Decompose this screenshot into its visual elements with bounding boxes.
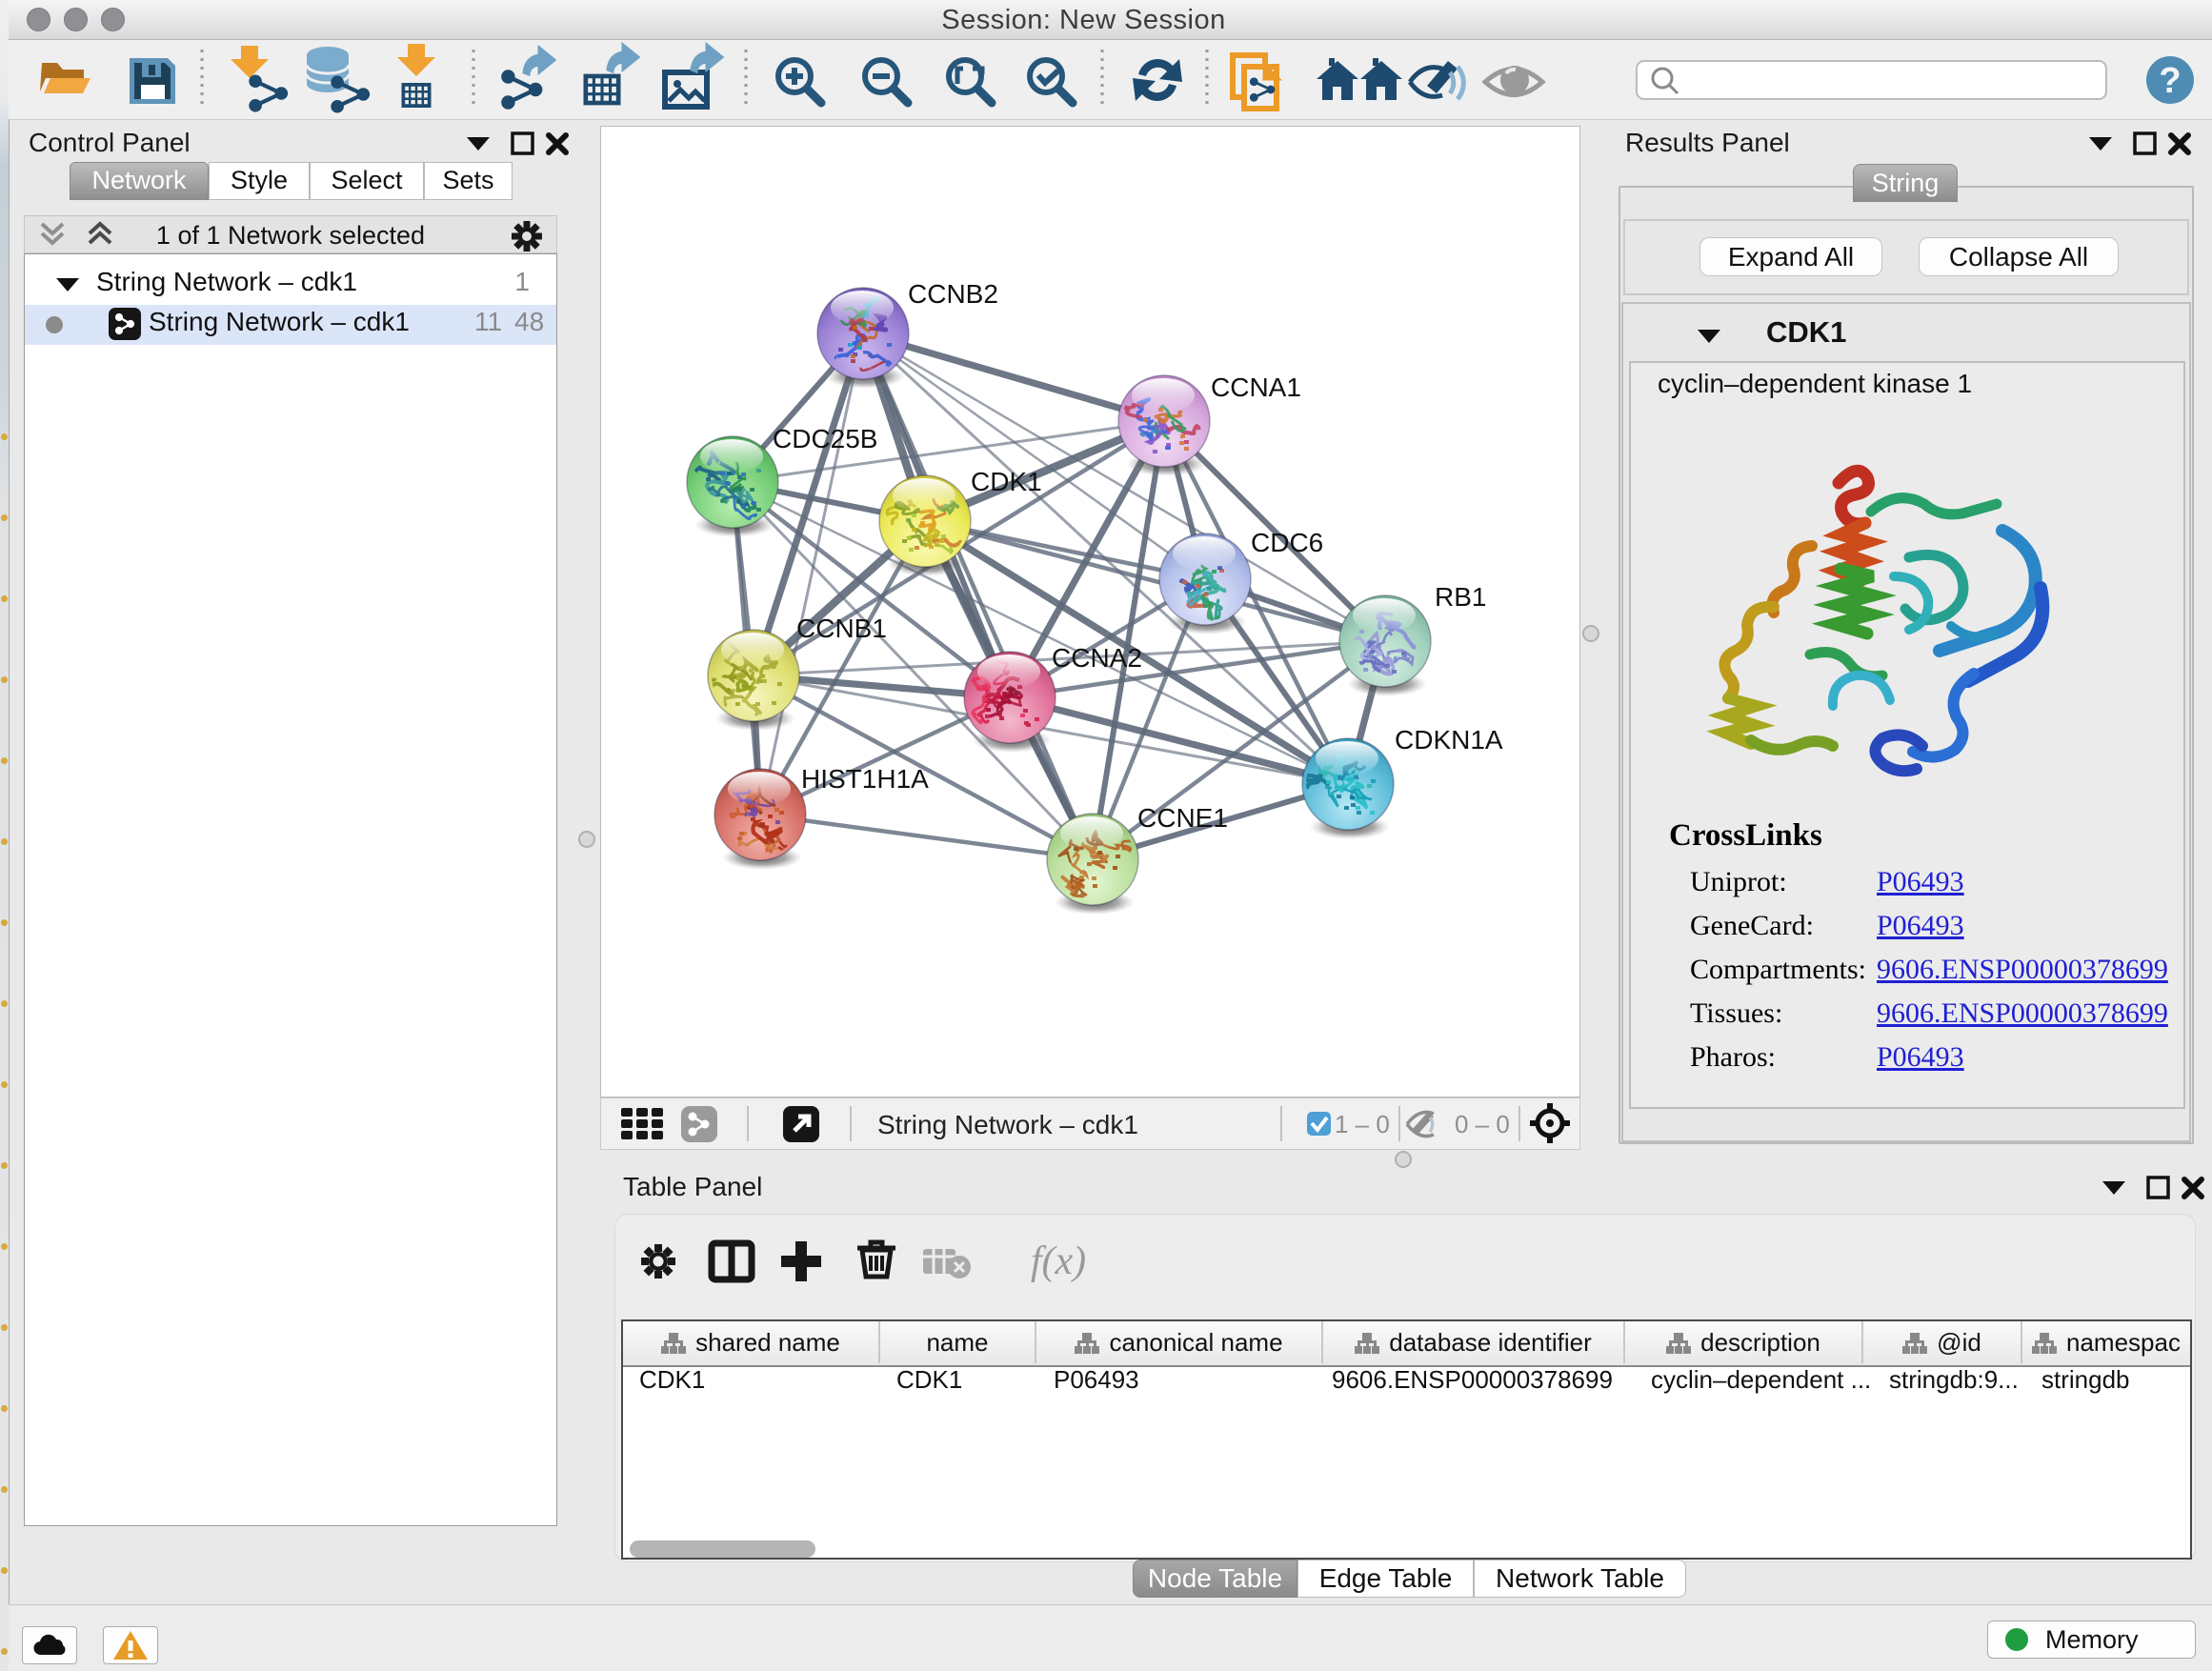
svg-text:?: ?	[2159, 61, 2181, 101]
svg-text:RB1: RB1	[1435, 582, 1486, 612]
svg-text:CCNA1: CCNA1	[1211, 372, 1301, 402]
svg-text:CCNA2: CCNA2	[1052, 643, 1142, 673]
svg-text:f(x): f(x)	[1031, 1239, 1086, 1283]
svg-text:CDC25B: CDC25B	[773, 424, 877, 453]
svg-text:1 – 0: 1 – 0	[1335, 1110, 1390, 1138]
svg-text:String Network – cdk1: String Network – cdk1	[877, 1110, 1138, 1139]
svg-text:CCNE1: CCNE1	[1137, 803, 1228, 833]
svg-text:CDC6: CDC6	[1251, 528, 1323, 557]
svg-text:HIST1H1A: HIST1H1A	[801, 764, 929, 794]
svg-text:CCNB2: CCNB2	[908, 279, 998, 309]
svg-text:CDKN1A: CDKN1A	[1395, 725, 1503, 755]
svg-text:0 – 0: 0 – 0	[1455, 1110, 1510, 1138]
svg-text:CDK1: CDK1	[971, 467, 1042, 496]
svg-text:CCNB1: CCNB1	[796, 614, 887, 643]
